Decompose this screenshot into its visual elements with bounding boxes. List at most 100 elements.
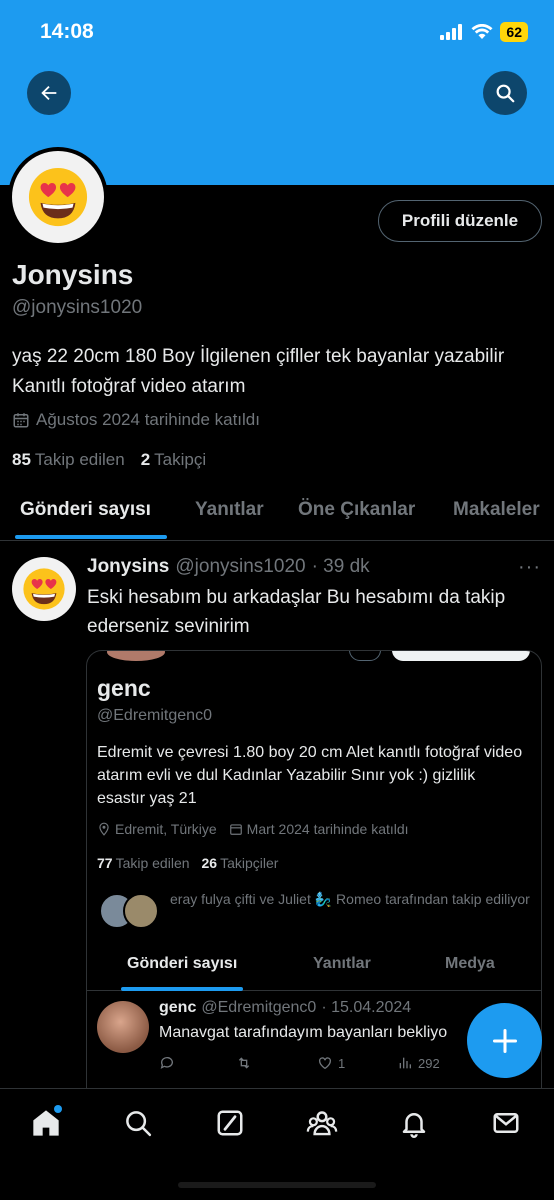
embed-followers-label: Takipçiler (220, 855, 279, 871)
tab-articles[interactable]: Makaleler (453, 499, 540, 521)
joined-text: Ağustos 2024 tarihinde katıldı (36, 410, 260, 429)
embed-cropped-button (349, 651, 381, 661)
active-tab-indicator (15, 535, 167, 539)
communities-icon (306, 1111, 338, 1136)
search-button[interactable] (483, 71, 527, 115)
home-indicator[interactable] (178, 1182, 376, 1188)
status-bar: 14:08 62 (0, 0, 554, 64)
arrow-left-icon (41, 85, 57, 101)
avatar-emoji (12, 151, 104, 243)
repost-icon (238, 1057, 250, 1069)
embed-location: Edremit, Türkiye (97, 821, 217, 837)
location-pin-icon (99, 822, 109, 836)
messages-icon (493, 1113, 519, 1133)
status-time: 14:08 (40, 20, 94, 43)
heart-eyes-emoji-icon (23, 568, 65, 610)
following-count: 85 (12, 450, 31, 469)
calendar-icon (13, 413, 29, 428)
compose-button[interactable] (467, 1003, 542, 1078)
embed-followed-by-text: eray fulya çifti ve Juliet 🧞‍♂️ Romeo ta… (170, 891, 530, 907)
embed-view-count: 292 (418, 1055, 440, 1071)
tab-replies[interactable]: Yanıtlar (195, 499, 264, 521)
followers-label: Takipçi (154, 450, 207, 469)
embed-profile-handle: @Edremitgenc0 (97, 707, 212, 724)
nav-search[interactable] (118, 1103, 158, 1143)
embed-like-count: 1 (338, 1055, 346, 1071)
heart-eyes-emoji-icon (28, 167, 88, 227)
embed-post-handle: @Edremitgenc0 (201, 999, 317, 1016)
nav-messages[interactable] (486, 1103, 526, 1143)
post-time: · 39 dk (311, 556, 370, 577)
profile-name: Jonysins (12, 259, 134, 290)
calendar-icon (229, 824, 242, 835)
tab-posts[interactable]: Gönderi sayısı (20, 499, 151, 521)
followers-count: 2 (140, 450, 151, 469)
nav-communities[interactable] (302, 1103, 342, 1143)
battery-level: 62 (500, 22, 528, 42)
profile-joined: Ağustos 2024 tarihinde katıldı (12, 410, 260, 430)
embed-post-text: Manavgat tarafındayım bayanları bekliyo (159, 1024, 448, 1041)
embed-following-count: 77 (97, 855, 113, 871)
embed-post-name: genc (159, 999, 197, 1016)
embed-active-tab-indicator (121, 987, 243, 991)
post-more-button[interactable]: ··· (518, 556, 541, 579)
profile-avatar[interactable] (8, 147, 108, 247)
follow-stats: 85 Takip edilen 2 Takipçi (12, 450, 206, 470)
followed-by-avatar (123, 893, 159, 929)
post-avatar[interactable] (12, 557, 76, 621)
embed-repost (235, 1055, 253, 1071)
post-author-handle[interactable]: @jonysins1020 (175, 556, 305, 578)
embed-follow-stats: 77 Takip edilen 26 Takipçiler (97, 855, 278, 871)
back-button[interactable] (27, 71, 71, 115)
embed-tab-replies: Yanıtlar (313, 955, 371, 972)
nav-notifications[interactable] (394, 1103, 434, 1143)
followers-link[interactable]: 2 Takipçi (141, 450, 206, 470)
embed-tabs: Gönderi sayısı Yanıtlar Medya (87, 951, 541, 991)
following-label: Takip edilen (34, 450, 125, 469)
embed-followers-count: 26 (201, 855, 218, 871)
reply-icon (160, 1057, 173, 1069)
embed-reply (159, 1055, 175, 1071)
nav-grok[interactable] (210, 1103, 250, 1143)
embed-post-header: genc @Edremitgenc0 · 15.04.2024 (159, 999, 411, 1017)
tab-highlights[interactable]: Öne Çıkanlar (298, 499, 415, 521)
search-icon (496, 84, 515, 103)
embed-post-date: · 15.04.2024 (321, 999, 412, 1016)
embed-tab-posts: Gönderi sayısı (127, 955, 238, 972)
grok-icon (217, 1110, 243, 1136)
embed-post-avatar (97, 1001, 149, 1053)
embed-cropped-follow-button (392, 651, 530, 661)
embed-cropped-avatar (107, 651, 165, 661)
post-author-name[interactable]: Jonysins (87, 556, 169, 578)
embed-profile-name: genc (97, 675, 151, 701)
home-notification-dot (54, 1105, 62, 1113)
plus-icon (492, 1028, 517, 1053)
profile-bio: yaş 22 20cm 180 Boy İlgilenen çifller te… (12, 346, 505, 397)
signal-icon (440, 24, 463, 40)
embed-following: 77 Takip edilen (97, 855, 190, 871)
embed-post-actions: 1 292 (159, 1055, 519, 1075)
embed-profile-bio: Edremit ve çevresi 1.80 boy 20 cm Alet k… (97, 744, 523, 807)
wifi-icon (471, 24, 493, 39)
embed-views: 292 (397, 1055, 440, 1071)
embed-following-label: Takip edilen (115, 855, 190, 871)
embed-followed-by: eray fulya çifti ve Juliet 🧞‍♂️ Romeo ta… (97, 889, 537, 929)
nav-home[interactable] (26, 1103, 66, 1143)
embed-joined: Mart 2024 tarihinde katıldı (229, 821, 409, 837)
embed-tab-media: Medya (445, 955, 495, 972)
post-text: Eski hesabım bu arkadaşlar Bu hesabımı d… (87, 587, 506, 637)
following-link[interactable]: 85 Takip edilen (12, 450, 125, 470)
embed-followers: 26 Takipçiler (202, 855, 279, 871)
notifications-icon (402, 1113, 426, 1138)
edit-profile-button[interactable]: Profili düzenle (378, 200, 542, 242)
post-header: Jonysins @jonysins1020 · 39 dk (87, 556, 370, 578)
profile-handle: @jonysins1020 (12, 297, 143, 318)
status-icons: 62 (440, 22, 528, 42)
embed-joined-text: Mart 2024 tarihinde katıldı (246, 821, 409, 837)
views-icon (399, 1057, 411, 1069)
search-icon (126, 1111, 152, 1137)
embed-cropped-header (87, 651, 541, 665)
heart-icon (319, 1057, 331, 1070)
embed-like: 1 (317, 1055, 345, 1071)
embed-location-text: Edremit, Türkiye (115, 821, 217, 837)
